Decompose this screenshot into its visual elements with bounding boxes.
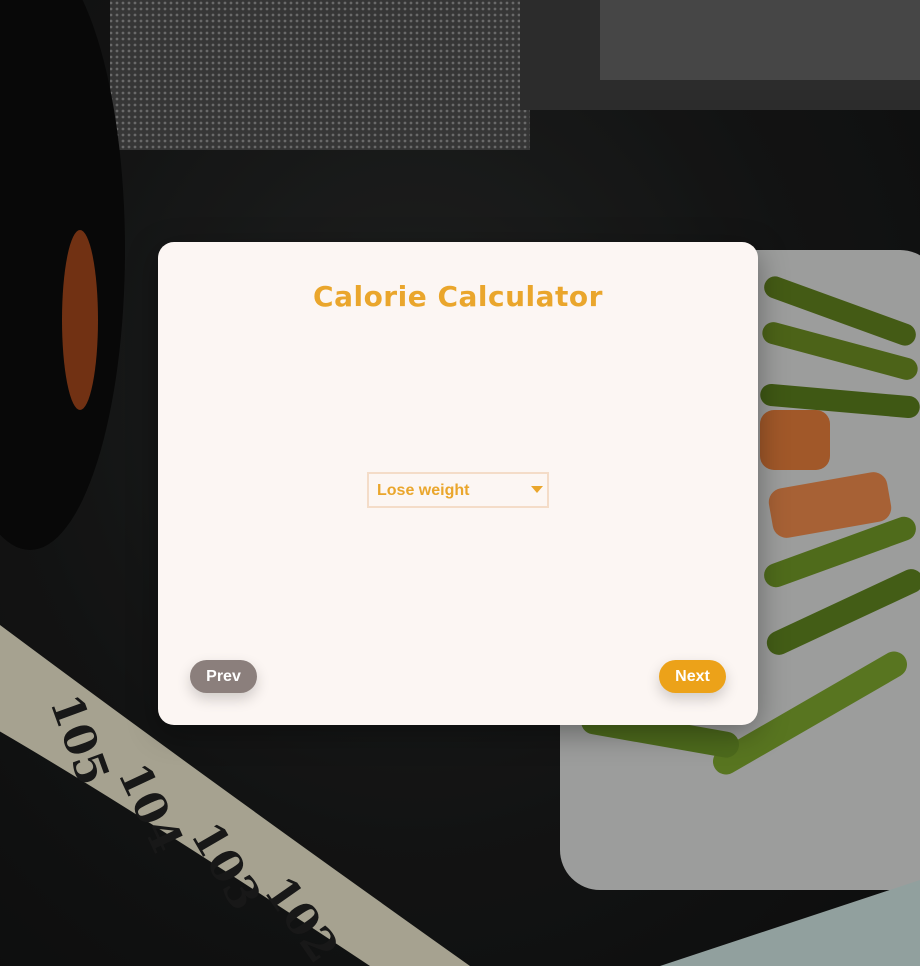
goal-select[interactable]: Lose weight [367,472,549,508]
next-button[interactable]: Next [659,660,726,693]
page-title: Calorie Calculator [313,280,603,313]
calculator-card: Calorie Calculator Lose weight Prev Next [158,242,758,725]
goal-select-value: Lose weight [377,482,470,499]
chevron-down-icon [531,486,543,493]
prev-button[interactable]: Prev [190,660,257,693]
